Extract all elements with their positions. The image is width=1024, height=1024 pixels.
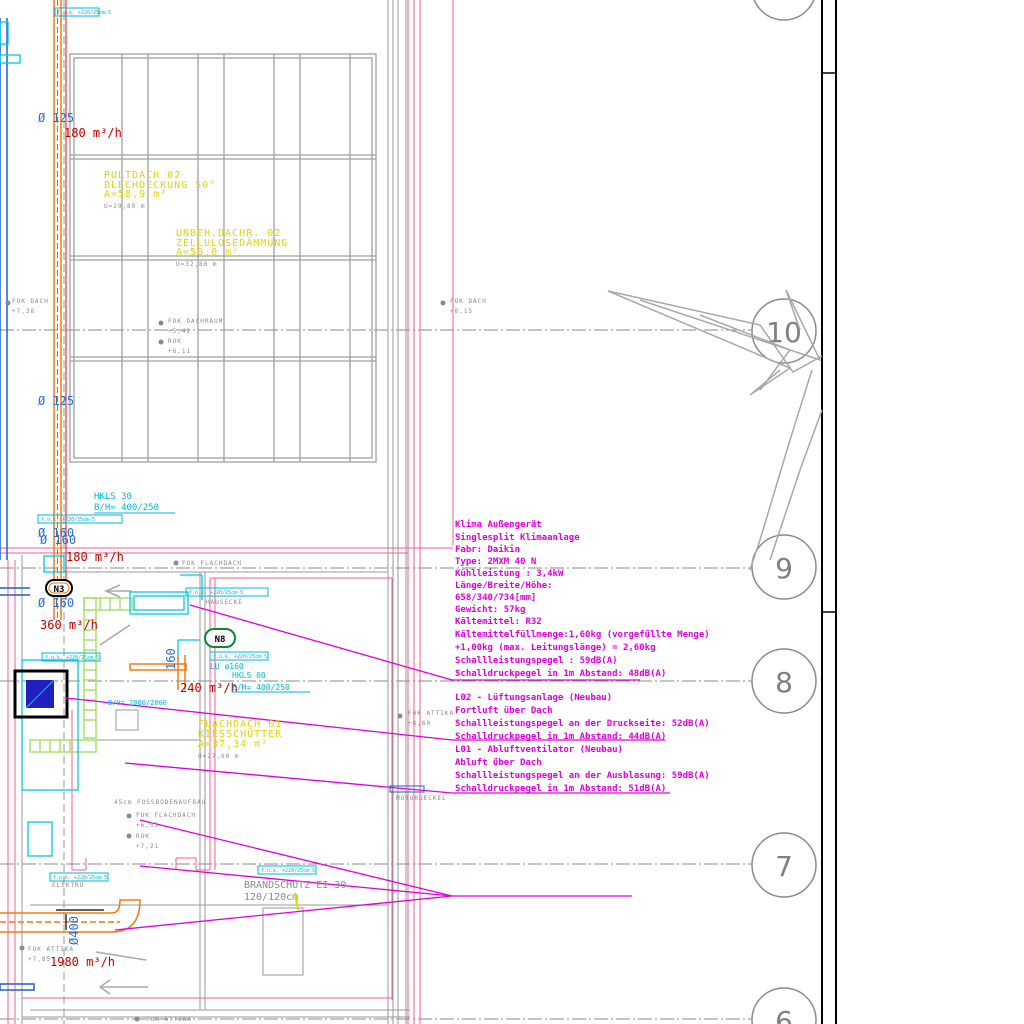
- flow-1980: 1980 m³/h: [50, 955, 115, 969]
- label-hausecke: HAUSECKE: [206, 599, 243, 606]
- level-fok-attika-low-val: +7,85: [28, 956, 51, 963]
- cyan-equipment: [0, 21, 203, 857]
- level-rok-bottom-val: +7,21: [136, 843, 159, 850]
- level-fok-dach-right: FOK DACH: [450, 298, 487, 305]
- note-klima-line-7: 658/340/734[mm]: [455, 593, 536, 603]
- level-fok-attika-mid: FOK ATTIKA: [408, 710, 454, 717]
- axis-bubble-8: 8: [751, 648, 817, 714]
- duct-d160-c: Ø 160: [38, 596, 74, 610]
- label-lu: LU ø160: [210, 662, 244, 671]
- note-lueftung-line-1: L02 - Lüftungsanlage (Neubau): [455, 693, 612, 703]
- flachdach-area: A=37,34 m²: [198, 739, 268, 750]
- blue-pipes: [0, 18, 35, 991]
- equipment-tag-n8: N8: [204, 628, 236, 648]
- flow-180-top: 180 m³/h: [64, 126, 122, 140]
- flow-180-mid: 180 m³/h: [66, 550, 124, 564]
- axis-bubble-7: 7: [751, 832, 817, 898]
- note-klima-line-10: Kältemittelfüllmenge:1,60kg (vorgefüllte…: [455, 629, 710, 640]
- air-tag-3: f.o.k. +220/25cm·5: [45, 655, 99, 661]
- tag-n8-label: N8: [215, 635, 226, 645]
- note-lueftung-line-7: Schallleistungspegel an der Ausblasung: …: [455, 770, 710, 781]
- label-bh-2000: B/H= 2000/2000: [108, 699, 167, 707]
- note-lueftung-line-4: Schalldruckpegel in 1m Abstand: 44dB(A): [455, 731, 666, 742]
- level-fok-dach-left-val: +7,38: [12, 308, 35, 315]
- level-fok-flachdach: FOK FLACHDACH: [136, 812, 196, 819]
- air-tag-5: f.o.k. +220/25cm·5: [53, 875, 107, 881]
- label-elektro: ELEKTRO: [52, 882, 84, 889]
- flow-240: 240 m³/h: [180, 681, 238, 695]
- hkls-title: HKLS 30: [94, 492, 132, 502]
- note-lueftung-line-3: Schallleistungspegel an der Druckseite: …: [455, 718, 710, 729]
- ventilation-unit: [13, 669, 69, 719]
- duct-d160-b: Ø 160: [40, 533, 76, 547]
- title-block-frame: [821, 0, 837, 1024]
- note-klima-line-6: Länge/Breite/Höhe:: [455, 580, 553, 591]
- axis-bubble-9: 9: [751, 534, 817, 600]
- level-fok-dach-left: FOK DACH: [12, 298, 49, 305]
- axis-bubble-6: 6: [751, 987, 817, 1024]
- duct-d160-vert: 160: [164, 648, 178, 670]
- note-lueftung-line-2: Fortluft über Dach: [455, 706, 553, 716]
- note-klima-line-1: Klima Außengerät: [455, 519, 542, 530]
- label-motordeckel: MOTORDECKEL: [396, 795, 447, 802]
- note-klima-line-11: +1,00kg (max. Leitungslänge) = 2,60kg: [455, 642, 655, 653]
- level-fussbodenaufbau: 45cm FUSSBODENAUFBAU: [114, 799, 206, 806]
- level-fok-dachraum-val: +5,42: [168, 328, 191, 335]
- level-rok-bottom: ROK: [136, 833, 150, 840]
- level-rok-top-val: +6,11: [168, 348, 191, 355]
- level-fok-dachraum: FOK DACHRAUM: [168, 318, 223, 325]
- axis-label-7: 7: [775, 850, 793, 883]
- note-lueftung-line-8: Schalldruckpegel in 1m Abstand: 51dB(A): [455, 783, 666, 794]
- axis-label-9: 9: [775, 552, 793, 585]
- axis-bubbles: 10 9 8 7 6: [751, 0, 817, 1024]
- note-klima-line-2: Singlesplit Klimaanlage: [455, 532, 580, 543]
- level-fok-flachdach-top: FOK FLACHDACH: [182, 560, 242, 567]
- air-tag-1: f.o.k. +220/25cm·5: [41, 517, 95, 523]
- axis-label-8: 8: [775, 666, 793, 699]
- air-tag-4: f.o.k. +220/25cm·5: [213, 654, 267, 660]
- level-fok-flachdach-val: +6,55: [136, 822, 159, 829]
- duct-d125-top: Ø 125: [38, 111, 74, 125]
- fire-title: BRANDSCHUTZ EI 30: [244, 880, 346, 891]
- leader-lines: [65, 604, 670, 931]
- pultdach-area: A=58,9 m²: [104, 189, 167, 200]
- equipment-tag-n3: N3: [45, 579, 73, 597]
- note-klima-line-13: Schalldruckpegel in 1m Abstand: 48dB(A): [455, 668, 666, 679]
- level-fok-attika-mid-val: +8,60: [408, 720, 431, 727]
- tag-n3-label: N3: [54, 585, 65, 595]
- note-klima: Klima Außengerät Singlesplit Klimaanlage…: [455, 519, 710, 679]
- level-fok-dach-right-val: +8,15: [450, 308, 473, 315]
- unbeh-area: A=50,0 m²: [176, 247, 239, 258]
- level-fok-attika-low: FOK ATTIKA: [28, 946, 74, 953]
- level-rok-top: ROK: [168, 338, 182, 345]
- duct-d400: Ø400: [67, 916, 81, 945]
- hkls-small: HKLS 00: [232, 671, 266, 680]
- unbeh-u: U=32,80 m: [176, 261, 218, 268]
- flachdach-u: U=27,60 m: [198, 753, 240, 760]
- duct-d125-mid: Ø 125: [38, 394, 74, 408]
- roof-panel-grid: [69, 53, 377, 463]
- note-klima-line-8: Gewicht: 57kg: [455, 604, 525, 615]
- cad-drawing: 10 9 8 7 6 N3 N8 Klima Außengerät Single…: [0, 0, 837, 1024]
- hkls-small-sub: B/H= 400/250: [232, 683, 290, 692]
- flow-360: 360 m³/h: [40, 618, 98, 632]
- pink-wall-lines: [0, 0, 454, 1024]
- note-klima-line-5: Kühlleistung : 3,4kW: [455, 568, 564, 579]
- note-klima-line-3: Fabr: Daikin: [455, 544, 520, 555]
- note-lueftung-line-6: Abluft über Dach: [455, 758, 542, 768]
- axis-label-6: 6: [775, 1005, 793, 1024]
- air-tag-6: f.o.k. +220/25cm·5: [261, 868, 315, 874]
- note-klima-line-9: Kältemittel: R32: [455, 616, 542, 627]
- air-tag-2: f.o.k. +220/25cm·5: [189, 590, 243, 596]
- level-fok-attika-bottom: FOK ATTIKA: [146, 1016, 192, 1023]
- note-klima-line-12: Schallleistungspegel : 59dB(A): [455, 655, 618, 666]
- note-klima-line-4: Type: 2MXM 40 N: [455, 557, 536, 567]
- air-tag-7: f.o.k. +220/25cm·5: [57, 10, 111, 16]
- note-lueftung-line-5: L01 - Abluftventilator (Neubau): [455, 744, 623, 755]
- fire-size: 120/120cm: [244, 892, 298, 903]
- hkls-sub: B/H= 400/250: [94, 503, 159, 513]
- note-lueftung: L02 - Lüftungsanlage (Neubau) Fortluft ü…: [455, 693, 710, 794]
- pultdach-u: U=29,80 m: [104, 203, 146, 210]
